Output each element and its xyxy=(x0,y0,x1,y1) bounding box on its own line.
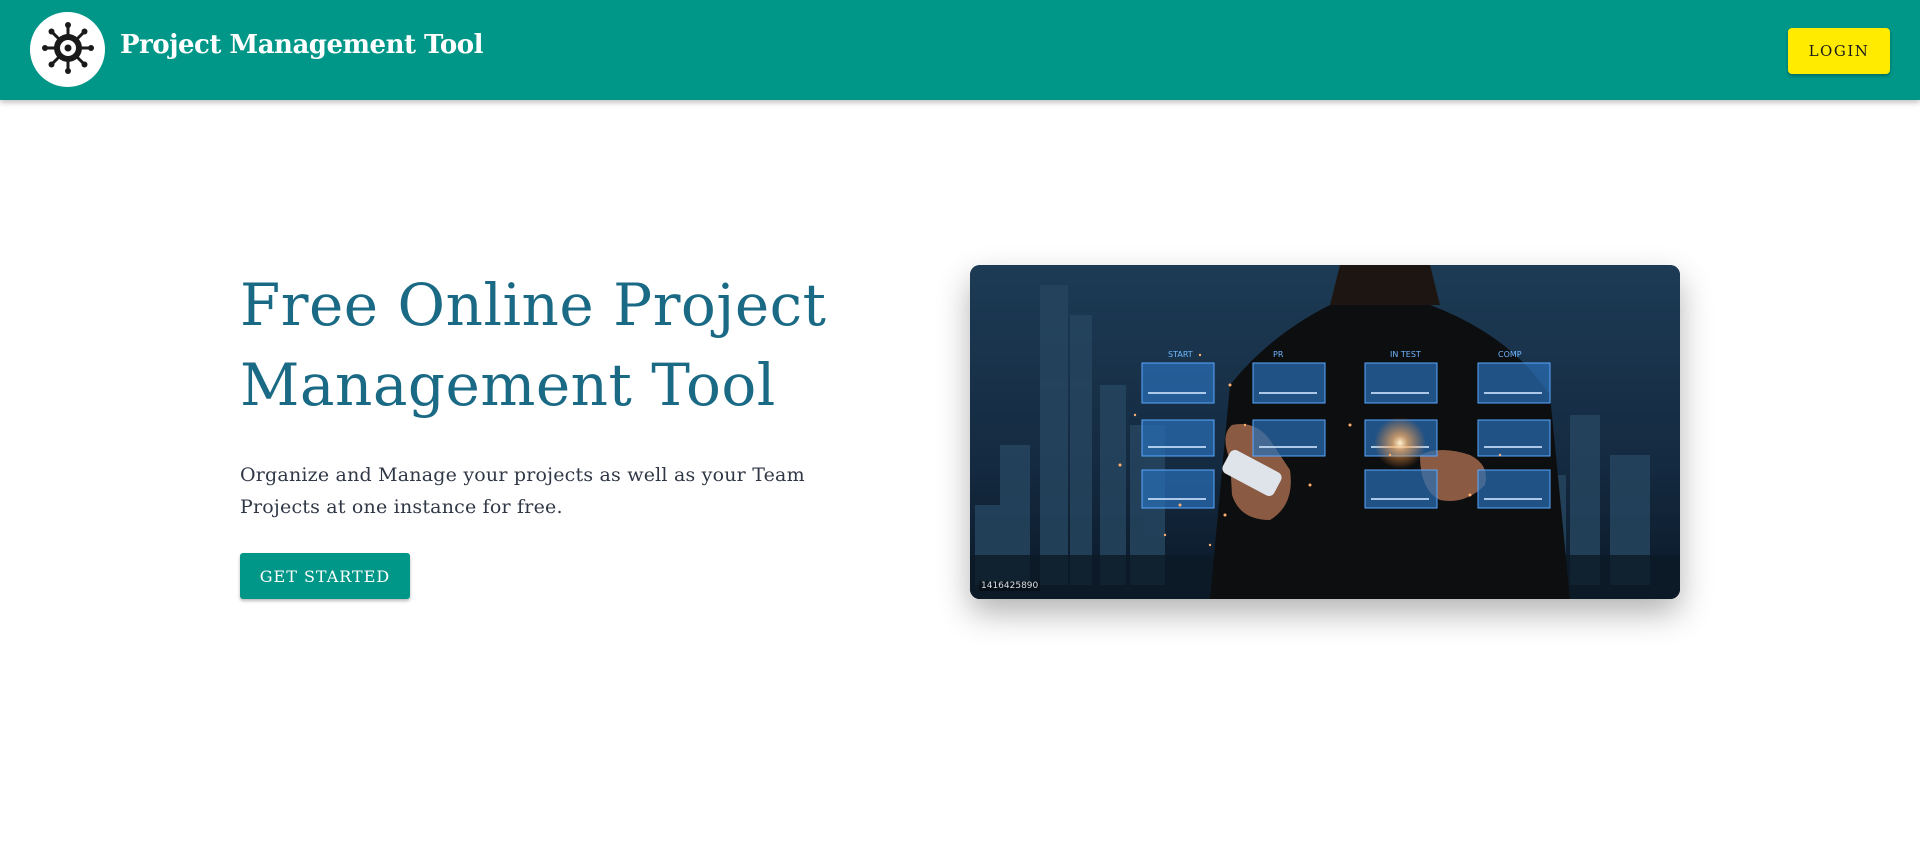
hero-subtitle: Organize and Manage your projects as wel… xyxy=(240,464,805,518)
board-column-label: COMP xyxy=(1498,350,1522,359)
board-column-label: PR xyxy=(1273,350,1284,359)
get-started-button[interactable]: GET STARTED xyxy=(240,553,410,599)
virus-gear-icon xyxy=(40,20,96,80)
project-board-photo: START PR IN TEST COMP xyxy=(970,265,1680,599)
board-column-label: IN TEST xyxy=(1390,350,1421,359)
hero-image: START PR IN TEST COMP 1416425890 xyxy=(970,265,1680,599)
board-column-label: START xyxy=(1168,350,1193,359)
logo[interactable] xyxy=(30,12,105,87)
login-button[interactable]: LOGIN xyxy=(1788,28,1890,74)
brand-title[interactable]: Project Management Tool xyxy=(120,30,483,60)
hero-title: Free Online Project Management Tool xyxy=(240,271,827,419)
stock-photo-id: 1416425890 xyxy=(979,581,1041,591)
top-navbar: Project Management Tool LOGIN xyxy=(0,0,1920,100)
